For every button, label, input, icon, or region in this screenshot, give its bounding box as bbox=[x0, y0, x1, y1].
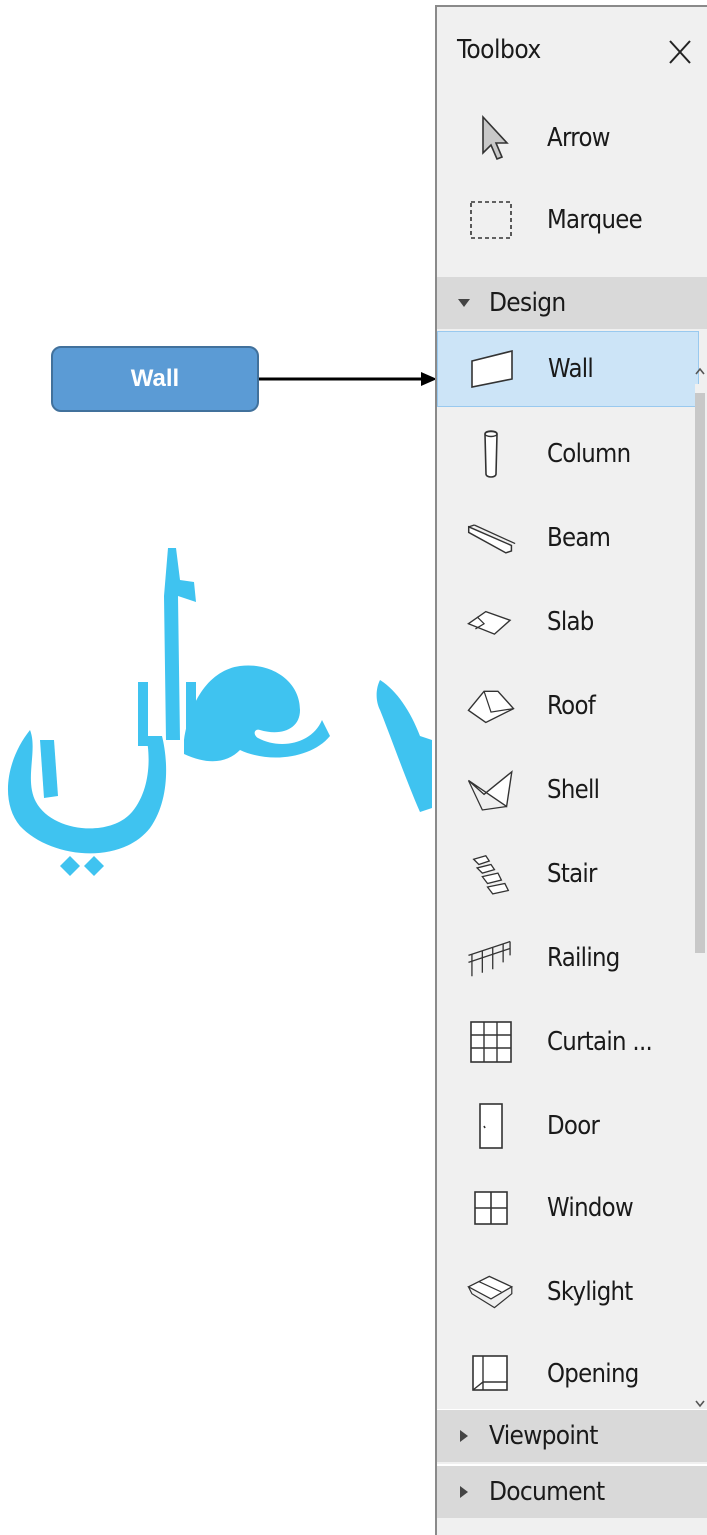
tool-slab[interactable]: Slab bbox=[437, 581, 699, 663]
beam-icon bbox=[465, 512, 517, 564]
tool-column[interactable]: Column bbox=[437, 413, 699, 495]
tool-stair[interactable]: Stair bbox=[437, 833, 699, 915]
tool-curtain-wall[interactable]: Curtain ... bbox=[437, 1001, 699, 1083]
wall-icon bbox=[466, 343, 518, 395]
toolbox-panel: Toolbox Arrow Marquee Design Wall Column… bbox=[435, 5, 707, 1535]
stair-icon bbox=[465, 848, 517, 900]
tool-opening[interactable]: Opening bbox=[437, 1333, 699, 1415]
tool-marquee[interactable]: Marquee bbox=[437, 179, 699, 261]
tool-shell[interactable]: Shell bbox=[437, 749, 699, 831]
railing-icon bbox=[465, 932, 517, 984]
roof-icon bbox=[465, 680, 517, 732]
marquee-icon bbox=[465, 194, 517, 246]
tool-roof[interactable]: Roof bbox=[437, 665, 699, 747]
tool-arrow[interactable]: Arrow bbox=[437, 97, 699, 179]
door-icon bbox=[465, 1100, 517, 1152]
tool-beam[interactable]: Beam bbox=[437, 497, 699, 579]
tool-wall[interactable]: Wall bbox=[437, 331, 699, 407]
skylight-icon bbox=[465, 1266, 517, 1318]
scroll-up-icon[interactable] bbox=[693, 364, 707, 378]
chevron-down-icon bbox=[458, 299, 470, 307]
tool-window[interactable]: Window bbox=[437, 1167, 699, 1249]
chevron-right-icon bbox=[460, 1430, 468, 1442]
scrollbar-thumb[interactable] bbox=[695, 393, 705, 953]
callout-label: Wall bbox=[130, 365, 180, 392]
toolbox-titlebar[interactable]: Toolbox bbox=[437, 7, 707, 95]
tool-railing[interactable]: Railing bbox=[437, 917, 699, 999]
opening-icon bbox=[465, 1348, 517, 1400]
chevron-right-icon bbox=[460, 1486, 468, 1498]
section-viewpoint-header[interactable]: Viewpoint bbox=[437, 1409, 707, 1462]
slab-icon bbox=[465, 596, 517, 648]
column-icon bbox=[465, 428, 517, 480]
curtain-wall-icon bbox=[465, 1016, 517, 1068]
toolbox-title: Toolbox bbox=[457, 35, 541, 65]
section-document-header[interactable]: Document bbox=[437, 1464, 707, 1518]
watermark-logo bbox=[7, 548, 432, 876]
close-icon[interactable] bbox=[665, 37, 695, 67]
window-icon bbox=[465, 1182, 517, 1234]
tool-skylight[interactable]: Skylight bbox=[437, 1251, 699, 1333]
section-design-header[interactable]: Design bbox=[437, 277, 707, 329]
wall-callout: Wall bbox=[51, 346, 259, 412]
tool-door[interactable]: Door bbox=[437, 1085, 699, 1167]
arrow-icon bbox=[465, 112, 517, 164]
shell-icon bbox=[465, 764, 517, 816]
